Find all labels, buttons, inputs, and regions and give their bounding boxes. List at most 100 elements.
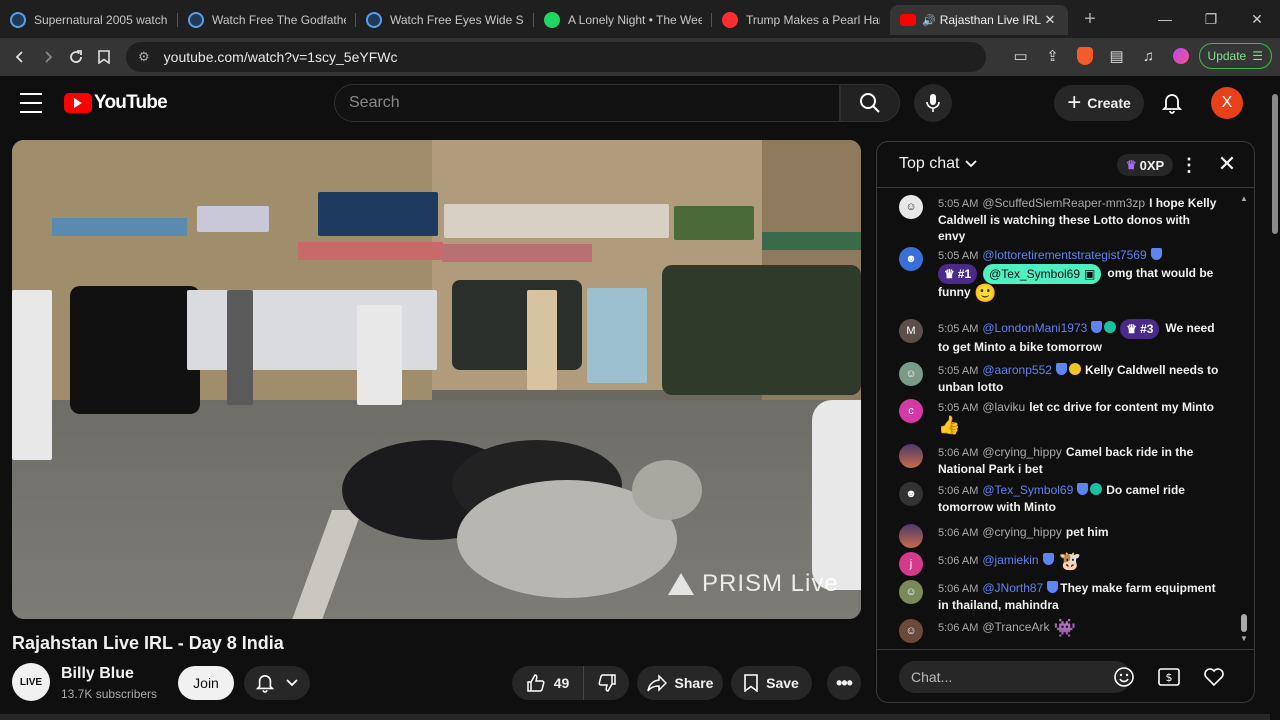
heart-icon[interactable] [1201, 664, 1227, 690]
share-page-icon[interactable]: ⇪ [1039, 42, 1067, 70]
reader-mode-icon[interactable]: ▤ [1103, 42, 1131, 70]
account-avatar[interactable]: X [1211, 87, 1243, 119]
video-player[interactable]: PRISM Live [12, 140, 861, 619]
browser-tab[interactable]: Trump Makes a Pearl Harb [712, 5, 890, 35]
xp-badge[interactable]: ♛ 0XP [1117, 154, 1173, 176]
dislike-button[interactable] [584, 666, 629, 700]
microphone-icon [926, 94, 940, 112]
chat-avatar[interactable]: ☻ [899, 247, 923, 271]
chat-avatar[interactable]: ☺ [899, 619, 923, 643]
video-title: Rajahstan Live IRL - Day 8 India [12, 633, 284, 653]
chat-avatar[interactable]: ☺ [899, 362, 923, 386]
chat-author[interactable]: @crying_hippy [982, 445, 1062, 459]
chat-author[interactable]: @laviku [982, 400, 1025, 414]
chat-avatar[interactable] [899, 444, 923, 468]
chat-author[interactable]: @JNorth87 [982, 581, 1043, 595]
below-fold-strip [0, 714, 1270, 720]
scroll-up-arrow-icon[interactable]: ▲ [1240, 194, 1248, 203]
chat-message: ☻ 5:05 AM @lottoretirementstrategist7569 … [899, 247, 1219, 302]
emoji: 👍 [938, 414, 961, 435]
address-bar[interactable]: ⚙ youtube.com/watch?v=1scy_5eYFWc [126, 42, 986, 72]
chat-author[interactable]: @jamiekin [982, 553, 1038, 567]
guide-menu-icon[interactable] [20, 93, 42, 113]
chat-more-icon[interactable]: ⋮ [1180, 153, 1198, 177]
like-button[interactable]: 49 [512, 666, 584, 700]
chat-author[interactable]: @LondonMani1973 [982, 321, 1087, 335]
rank-badge: ♛ #1 [938, 264, 978, 284]
emoji: 🐮 [1058, 550, 1082, 571]
search-button[interactable] [840, 84, 900, 122]
chat-author[interactable]: @Tex_Symbol69 [982, 483, 1073, 497]
search-input[interactable] [349, 94, 839, 112]
super-chat-icon[interactable]: $ [1156, 664, 1182, 690]
new-tab-button[interactable]: + [1076, 5, 1104, 33]
more-horizontal-icon: ••• [836, 672, 853, 693]
channel-name[interactable]: Billy Blue [61, 665, 134, 683]
chat-avatar[interactable]: ☻ [899, 482, 923, 506]
chat-message: 5:06 AM @crying_hippy pet him [899, 524, 1219, 548]
scroll-down-arrow-icon[interactable]: ▼ [1240, 634, 1248, 643]
chat-avatar[interactable]: ☺ [899, 580, 923, 604]
cast-icon[interactable]: ▭ [1007, 42, 1035, 70]
top-chat-dropdown[interactable]: Top chat [899, 155, 978, 173]
chat-author[interactable]: @ScuffedSiemReaper-mm3zp [982, 196, 1145, 210]
youtube-logo[interactable]: YouTube [64, 92, 168, 114]
spotify-icon [544, 12, 560, 28]
page-scrollbar[interactable] [1270, 76, 1280, 720]
member-badge-icon [1104, 321, 1117, 334]
create-button[interactable]: + Create [1054, 85, 1144, 121]
back-button[interactable] [6, 43, 34, 71]
minimize-button[interactable]: — [1142, 0, 1188, 38]
browser-tab[interactable]: A Lonely Night • The Week [534, 5, 712, 35]
crown-icon: ♛ [1126, 322, 1138, 336]
chat-avatar[interactable]: j [899, 552, 923, 576]
youtube-icon [722, 12, 738, 28]
site-settings-icon[interactable]: ⚙ [138, 49, 150, 65]
voice-search-button[interactable] [914, 84, 952, 122]
verified-badge-icon [1150, 248, 1162, 260]
chat-avatar[interactable]: ☺ [899, 195, 923, 219]
chat-author[interactable]: @aaronp552 [982, 363, 1052, 377]
browser-tab[interactable]: Supernatural 2005 watch f [0, 5, 178, 35]
chat-author[interactable]: @lottoretirementstrategist7569 [982, 248, 1146, 262]
emoji-picker-icon[interactable] [1111, 664, 1137, 690]
browser-tab[interactable]: Watch Free The Godfather [178, 5, 356, 35]
update-button[interactable]: Update ☰ [1198, 43, 1272, 69]
browser-tab-active[interactable]: 🔊 Rajasthan Live IRL - ✕ [890, 5, 1068, 35]
chat-messages[interactable]: ☺ 5:05 AM @ScuffedSiemReaper-mm3zp I hope … [877, 189, 1254, 649]
channel-avatar[interactable]: LIVE [12, 663, 50, 701]
close-chat-icon[interactable]: ✕ [1215, 151, 1239, 176]
subscription-notifications-button[interactable] [244, 666, 310, 700]
browser-tab[interactable]: Watch Free Eyes Wide Shu [356, 5, 534, 35]
youtube-masthead: YouTube +Create X [0, 76, 1270, 132]
notifications-button[interactable] [1156, 87, 1188, 119]
subscriber-count: 13.7K subscribers [61, 687, 158, 701]
mention-chip[interactable]: @Tex_Symbol69 ▣ [983, 264, 1102, 284]
chat-author[interactable]: @TranceArk [982, 620, 1049, 634]
forward-button[interactable] [34, 43, 62, 71]
close-tab-icon[interactable]: ✕ [1042, 12, 1058, 28]
chat-avatar[interactable]: c [899, 399, 923, 423]
chat-input[interactable] [899, 661, 1131, 693]
reload-button[interactable] [62, 43, 90, 71]
join-button[interactable]: Join [178, 666, 234, 700]
crown-icon: ♛ [944, 267, 955, 281]
chat-avatar[interactable] [899, 524, 923, 548]
share-button[interactable]: Share [637, 666, 723, 700]
chat-message: ☺ 5:05 AM @ScuffedSiemReaper-mm3zp I hope … [899, 195, 1219, 244]
tab-title: A Lonely Night • The Week [568, 13, 702, 27]
bookmark-icon[interactable] [90, 43, 118, 71]
prism-live-watermark: PRISM Live [668, 570, 839, 598]
save-button[interactable]: Save [731, 666, 812, 700]
chat-avatar[interactable]: M [899, 319, 923, 343]
chat-author[interactable]: @crying_hippy [982, 525, 1062, 539]
brave-shield-icon[interactable] [1071, 42, 1099, 70]
restore-button[interactable]: ❐ [1188, 0, 1234, 38]
chat-message: M 5:05 AM @LondonMani1973 ♛ #3 We need to ge… [899, 319, 1219, 355]
more-actions-button[interactable]: ••• [827, 666, 861, 700]
media-icon[interactable]: ♫ [1135, 42, 1163, 70]
extension-icon[interactable] [1167, 42, 1195, 70]
thumbs-down-icon [598, 674, 616, 692]
chat-scrollbar[interactable]: ▲ ▼ [1240, 194, 1248, 649]
close-window-button[interactable]: ✕ [1234, 0, 1280, 38]
